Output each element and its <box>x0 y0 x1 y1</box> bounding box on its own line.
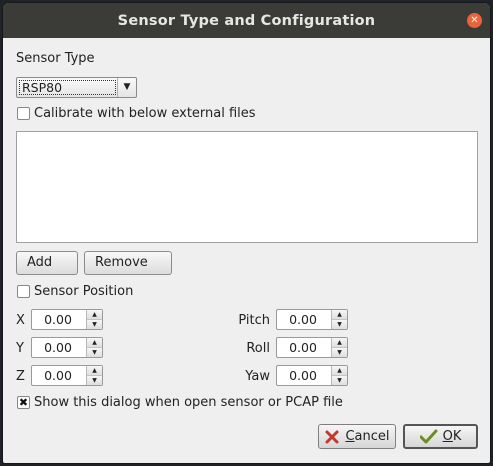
sensor-position-label: Sensor Position <box>34 284 134 299</box>
ok-button[interactable]: OK <box>403 424 478 449</box>
add-button[interactable]: Add <box>16 251 78 275</box>
increment-icon[interactable]: ▲ <box>331 310 347 320</box>
sensor-type-select[interactable]: RSP80 ▼ <box>16 77 137 98</box>
yaw-label: Yaw <box>245 369 270 384</box>
pitch-value: 0.00 <box>289 312 317 327</box>
decrement-icon[interactable]: ▼ <box>331 376 347 385</box>
roll-value: 0.00 <box>289 340 317 355</box>
x-value: 0.00 <box>44 312 72 327</box>
remove-button[interactable]: Remove <box>84 251 172 275</box>
pitch-label: Pitch <box>238 313 270 328</box>
close-button[interactable]: ✕ <box>467 13 482 28</box>
chevron-down-icon: ▼ <box>117 78 136 97</box>
y-spinbox[interactable]: 0.00 ▲ ▼ <box>31 337 103 358</box>
x-spinbox[interactable]: 0.00 ▲ ▼ <box>31 309 103 330</box>
increment-icon[interactable]: ▲ <box>86 366 102 376</box>
decrement-icon[interactable]: ▼ <box>86 376 102 385</box>
pitch-spinbox[interactable]: 0.00 ▲ ▼ <box>276 309 348 330</box>
x-label: X <box>16 313 25 328</box>
show-dialog-checkbox[interactable]: ✖ <box>17 396 30 409</box>
yaw-spinbox[interactable]: 0.00 ▲ ▼ <box>276 365 348 386</box>
title-bar[interactable]: Sensor Type and Configuration ✕ <box>3 3 490 38</box>
cancel-icon <box>325 430 339 443</box>
yaw-value: 0.00 <box>289 368 317 383</box>
calibrate-label: Calibrate with below external files <box>34 106 256 121</box>
increment-icon[interactable]: ▲ <box>331 338 347 348</box>
decrement-icon[interactable]: ▼ <box>331 320 347 329</box>
roll-spinbox[interactable]: 0.00 ▲ ▼ <box>276 337 348 358</box>
ok-label: OK <box>442 429 462 444</box>
sensor-type-value: RSP80 <box>19 80 116 95</box>
z-spinbox[interactable]: 0.00 ▲ ▼ <box>31 365 103 386</box>
y-value: 0.00 <box>44 340 72 355</box>
y-label: Y <box>16 341 24 356</box>
z-value: 0.00 <box>44 368 72 383</box>
increment-icon[interactable]: ▲ <box>86 310 102 320</box>
roll-label: Roll <box>246 341 270 356</box>
calibration-files-list[interactable] <box>16 131 478 243</box>
sensor-position-checkbox[interactable] <box>17 285 30 298</box>
close-icon: ✕ <box>470 15 479 26</box>
cancel-label: Cancel <box>345 429 390 444</box>
cancel-button[interactable]: Cancel <box>318 424 396 449</box>
sensor-type-label: Sensor Type <box>16 51 95 66</box>
decrement-icon[interactable]: ▼ <box>86 320 102 329</box>
increment-icon[interactable]: ▲ <box>331 366 347 376</box>
z-label: Z <box>16 369 25 384</box>
dialog-window: Sensor Type and Configuration ✕ Sensor T… <box>3 3 490 463</box>
calibrate-checkbox[interactable] <box>17 107 30 120</box>
decrement-icon[interactable]: ▼ <box>331 348 347 357</box>
decrement-icon[interactable]: ▼ <box>86 348 102 357</box>
checkmark-icon <box>419 429 438 443</box>
show-dialog-label: Show this dialog when open sensor or PCA… <box>34 395 343 410</box>
increment-icon[interactable]: ▲ <box>86 338 102 348</box>
dialog-title: Sensor Type and Configuration <box>117 12 376 29</box>
